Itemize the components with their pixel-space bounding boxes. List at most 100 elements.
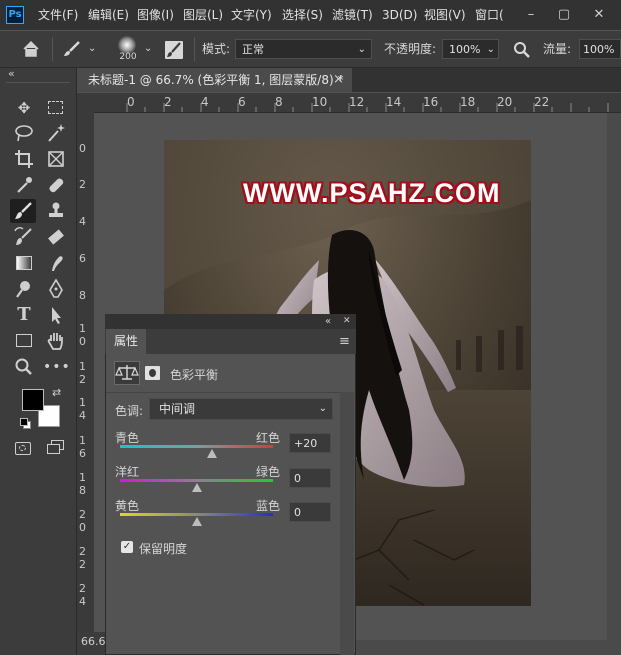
lasso-tool-icon[interactable] [11, 121, 37, 145]
eraser-tool-icon[interactable] [43, 225, 69, 249]
brush-preset-icon[interactable] [62, 40, 82, 58]
photoshop-logo: Ps [6, 6, 24, 24]
preserve-luminosity-label: 保留明度 [139, 542, 188, 556]
magenta-label: 洋红 [115, 465, 140, 479]
ruler-label: 6 [238, 95, 246, 109]
ruler-label: 12 [349, 95, 365, 109]
flow-input[interactable]: 100% [579, 39, 621, 59]
ruler-label: 4 [201, 95, 209, 109]
menu-filter[interactable]: 滤镜(T) [332, 0, 373, 30]
pen-tool-icon[interactable] [43, 277, 69, 301]
menu-select[interactable]: 选择(S) [282, 0, 323, 30]
magenta-green-track[interactable] [120, 479, 273, 482]
ruler-label: 4 [79, 409, 86, 422]
hand-tool-icon[interactable] [43, 329, 69, 353]
flow-label: 流量: [543, 42, 572, 56]
ruler-label: 2 [79, 178, 86, 191]
brush-tool-icon[interactable] [10, 199, 36, 223]
menu-3d[interactable]: 3D(D) [382, 0, 417, 30]
preserve-luminosity-checkbox[interactable]: ✓ [121, 541, 133, 553]
default-colors-icon[interactable] [20, 418, 31, 429]
panel-menu-icon[interactable]: ≡ [339, 329, 350, 354]
yellow-blue-thumb[interactable] [191, 517, 202, 526]
menu-type[interactable]: 文字(Y) [231, 0, 272, 30]
marquee-tool-icon[interactable] [43, 96, 69, 120]
history-brush-tool-icon[interactable] [11, 225, 37, 249]
layer-mask-icon[interactable] [145, 366, 160, 380]
opacity-input[interactable]: 100% ⌄ [442, 39, 499, 59]
menu-image[interactable]: 图像(I) [137, 0, 174, 30]
path-selection-tool-icon[interactable] [43, 303, 69, 327]
ruler-label: 6 [79, 447, 86, 460]
menu-file[interactable]: 文件(F) [38, 0, 78, 30]
panel-header-strip[interactable]: « ✕ [105, 314, 356, 329]
cyan-red-track[interactable] [120, 445, 273, 448]
options-bar: ⌄ 200 ⌄ 模式: 正常 ⌄ 不透明度: 100% ⌄ 流量: 100% [0, 31, 621, 68]
ruler-label: 2 [79, 373, 86, 386]
panel-scrollbar[interactable] [340, 392, 354, 655]
vertical-scrollbar[interactable] [607, 113, 621, 640]
menu-view[interactable]: 视图(V) [424, 0, 466, 30]
zoom-status[interactable]: 66.6 [77, 632, 107, 655]
smudge-tool-icon[interactable] [43, 251, 69, 275]
yellow-blue-track[interactable] [120, 513, 273, 516]
flow-value: 100% [583, 43, 615, 56]
brush-size-label: 200 [119, 52, 137, 62]
foreground-color-swatch[interactable] [22, 389, 44, 411]
frame-tool-icon[interactable] [43, 147, 69, 171]
menu-layer[interactable]: 图层(L) [183, 0, 223, 30]
green-label: 绿色 [256, 465, 281, 479]
quick-mask-icon[interactable] [15, 442, 31, 455]
move-tool-icon[interactable]: ✥ [11, 96, 37, 120]
ruler-label: 20 [497, 95, 513, 109]
swap-colors-icon[interactable]: ⇄ [52, 386, 61, 399]
close-window-button[interactable]: ✕ [584, 0, 614, 30]
magenta-green-value[interactable]: 0 [289, 468, 331, 488]
type-tool-icon[interactable]: T [11, 303, 37, 327]
tone-label: 色调: [115, 404, 144, 418]
panel-close-icon[interactable]: ✕ [343, 314, 351, 329]
watermark-text: WWW.PSAHZ.COM [243, 178, 501, 208]
dodge-tool-icon[interactable] [11, 277, 37, 301]
horizontal-ruler[interactable]: 0 2 4 6 8 10 12 14 16 18 20 22 [77, 93, 621, 113]
rectangle-tool-icon[interactable] [11, 329, 37, 353]
chevron-down-icon: ⌄ [486, 44, 495, 55]
close-tab-icon[interactable]: × [333, 68, 344, 92]
chevron-down-icon[interactable]: ⌄ [88, 31, 96, 67]
magenta-green-thumb[interactable] [191, 483, 202, 492]
ruler-label: 2 [79, 508, 86, 521]
minimize-button[interactable]: – [516, 0, 546, 30]
ruler-label: 6 [79, 252, 86, 265]
vertical-ruler[interactable]: 0 2 4 6 8 1 0 1 2 1 4 1 6 1 8 2 0 2 2 2 … [77, 112, 95, 632]
crop-tool-icon[interactable] [11, 147, 37, 171]
screen-mode-icon[interactable] [47, 440, 65, 455]
home-icon[interactable] [22, 40, 40, 58]
pressure-opacity-icon[interactable] [513, 41, 531, 59]
properties-tab[interactable]: 属性 [106, 329, 146, 354]
ruler-label: 2 [79, 545, 86, 558]
panel-collapse-icon[interactable]: « [325, 314, 331, 329]
ruler-label: 4 [79, 215, 86, 228]
brush-settings-icon[interactable] [164, 40, 184, 60]
more-tools-icon[interactable]: ••• [43, 355, 70, 379]
cyan-red-thumb[interactable] [206, 449, 217, 458]
blue-label: 蓝色 [256, 499, 281, 513]
menu-edit[interactable]: 编辑(E) [88, 0, 129, 30]
menu-window[interactable]: 窗口( [475, 0, 504, 30]
restore-button[interactable]: ▢ [549, 0, 579, 30]
tone-select[interactable]: 中间调 ⌄ [149, 398, 333, 420]
toolbar-collapse-icon[interactable]: « [8, 67, 15, 80]
blend-mode-select[interactable]: 正常 ⌄ [235, 39, 372, 59]
healing-brush-tool-icon[interactable] [43, 173, 69, 197]
ruler-label: 1 [79, 360, 86, 373]
clone-stamp-tool-icon[interactable] [43, 199, 69, 223]
cyan-red-value[interactable]: +20 [289, 433, 331, 453]
color-balance-adjustment-icon[interactable] [114, 361, 140, 385]
magic-wand-tool-icon[interactable] [43, 121, 69, 145]
yellow-blue-value[interactable]: 0 [289, 502, 331, 522]
chevron-down-icon[interactable]: ⌄ [144, 31, 152, 67]
document-tab[interactable]: 未标题-1 @ 66.7% (色彩平衡 1, 图层蒙版/8) * × [77, 68, 352, 92]
gradient-tool-icon[interactable] [11, 251, 37, 275]
eyedropper-tool-icon[interactable] [11, 173, 37, 197]
zoom-tool-icon[interactable] [11, 355, 37, 379]
